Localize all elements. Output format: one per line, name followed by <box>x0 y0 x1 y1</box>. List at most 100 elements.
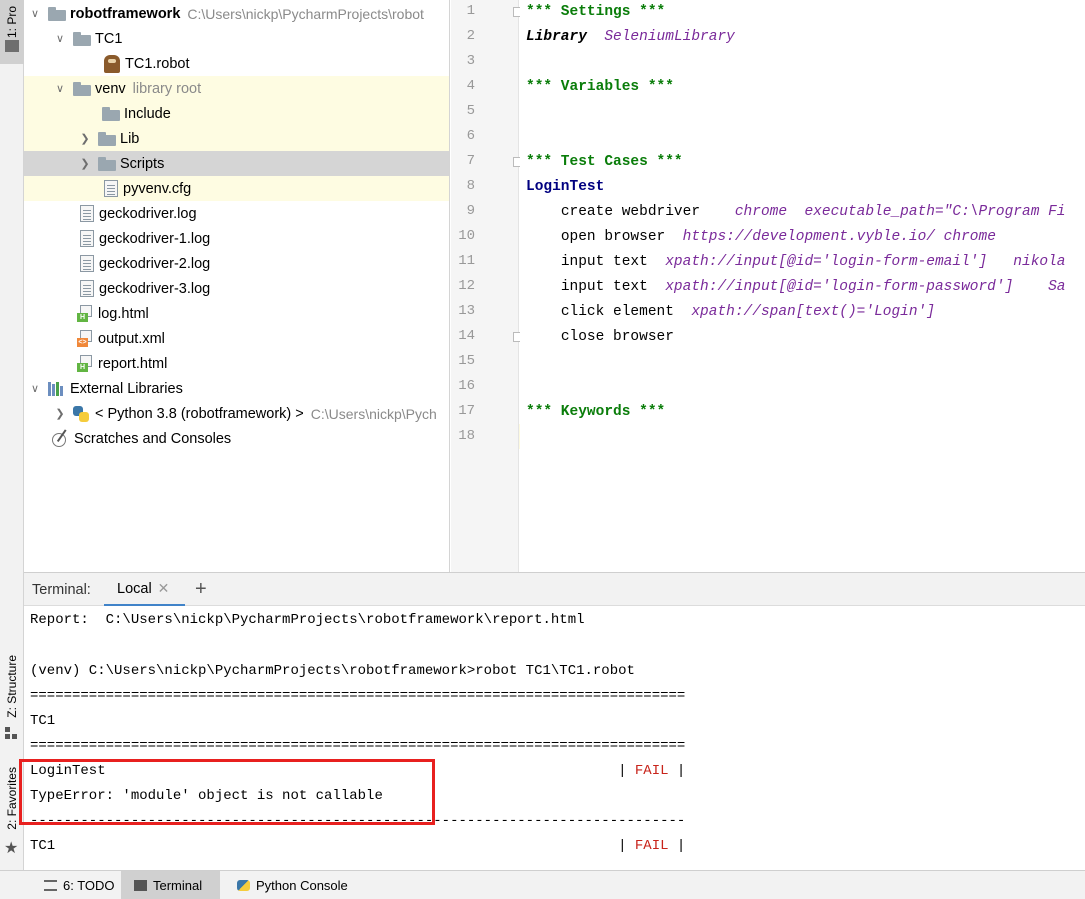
tree-item-venv[interactable]: ∨ venv library root <box>24 76 449 101</box>
tree-item-python-38[interactable]: ❯ < Python 3.8 (robotframework) > C:\Use… <box>24 401 449 426</box>
line-number: 1 <box>466 3 475 19</box>
library-icon <box>48 381 66 396</box>
terminal-icon <box>134 880 147 891</box>
tree-item-label: pyvenv.cfg <box>123 180 192 197</box>
tree-item-tc1[interactable]: ∨ TC1 <box>24 26 449 51</box>
tree-item-label: geckodriver-3.log <box>99 280 211 297</box>
tree-item-lib[interactable]: ❯ Lib <box>24 126 449 151</box>
tree-item-label: log.html <box>98 305 149 322</box>
favorites-tool-tab-label: 2: Favorites <box>5 766 19 830</box>
folder-icon <box>98 131 116 146</box>
left-tool-strip: 1: Pro Z: Structure 2: Favorites ★ <box>0 0 24 870</box>
terminal-line: TC1 <box>30 713 56 729</box>
terminal-line: ========================================… <box>30 738 686 754</box>
tree-item-geckodriver-1-log[interactable]: geckodriver-1.log <box>24 226 449 251</box>
folder-icon <box>5 40 19 52</box>
tree-item-label: Scripts <box>120 155 165 172</box>
error-highlight-box <box>19 759 435 825</box>
structure-icon <box>5 727 17 739</box>
code-line-2: Library SeleniumLibrary <box>526 29 735 45</box>
code-line-4: *** Variables *** <box>526 79 674 95</box>
code-line-13: click element xpath://span[text()='Login… <box>560 304 935 320</box>
chevron-down-icon[interactable]: ∨ <box>53 32 67 46</box>
structure-tool-tab[interactable]: Z: Structure <box>0 650 24 722</box>
tree-item-log-html[interactable]: H log.html <box>24 301 449 326</box>
terminal-output[interactable]: Report: C:\Users\nickp\PycharmProjects\r… <box>24 606 1085 870</box>
line-number: 11 <box>458 253 475 269</box>
chevron-right-icon[interactable]: ❯ <box>78 157 92 171</box>
line-number: 2 <box>466 28 475 44</box>
terminal-tool-button[interactable]: Terminal <box>121 871 220 899</box>
tree-item-path: C:\Users\nickp\PycharmProjects\robot <box>187 5 424 22</box>
fail-status: FAIL <box>634 763 669 779</box>
line-number: 14 <box>458 328 475 344</box>
project-tool-tab[interactable]: 1: Pro <box>0 0 24 64</box>
tree-item-label: Include <box>124 105 171 122</box>
scratches-icon <box>52 431 70 447</box>
terminal-title: Terminal: <box>32 582 91 598</box>
tree-item-label: geckodriver.log <box>99 205 197 222</box>
folder-icon <box>102 106 120 121</box>
line-number: 16 <box>458 378 475 394</box>
tree-item-path: C:\Users\nickp\Pych <box>310 405 437 422</box>
python-console-tool-button[interactable]: Python Console <box>231 871 354 899</box>
tree-item-label: output.xml <box>98 330 165 347</box>
tree-item-scripts[interactable]: ❯ Scripts <box>24 151 449 176</box>
chevron-down-icon[interactable]: ∨ <box>53 82 67 96</box>
code-editor[interactable]: *** Settings *** Library SeleniumLibrary… <box>520 0 1085 572</box>
add-terminal-button[interactable]: + <box>195 578 207 601</box>
tree-item-label: venv <box>95 80 126 97</box>
text-file-icon <box>104 180 118 197</box>
line-number: 9 <box>466 203 475 219</box>
folder-icon <box>73 31 91 46</box>
chevron-down-icon[interactable]: ∨ <box>28 7 42 21</box>
tree-item-geckodriver-3-log[interactable]: geckodriver-3.log <box>24 276 449 301</box>
line-number: 13 <box>458 303 475 319</box>
library-root-tag: library root <box>132 80 202 97</box>
star-icon: ★ <box>4 840 19 857</box>
todo-tool-button[interactable]: 6: TODO <box>38 871 121 899</box>
tree-item-geckodriver-2-log[interactable]: geckodriver-2.log <box>24 251 449 276</box>
tree-item-scratches[interactable]: Scratches and Consoles <box>24 426 449 451</box>
tree-item-label: Lib <box>120 130 140 147</box>
xml-file-icon: <> <box>77 330 93 347</box>
tree-item-output-xml[interactable]: <> output.xml <box>24 326 449 351</box>
todo-label: 6: TODO <box>63 878 115 893</box>
tree-item-geckodriver-log[interactable]: geckodriver.log <box>24 201 449 226</box>
chevron-right-icon[interactable]: ❯ <box>53 407 67 421</box>
tree-item-tc1-robot[interactable]: TC1.robot <box>24 51 449 76</box>
tree-item-report-html[interactable]: H report.html <box>24 351 449 376</box>
tree-item-robotframework[interactable]: ∨ robotframework C:\Users\nickp\PycharmP… <box>24 1 449 26</box>
terminal-line: Report: C:\Users\nickp\PycharmProjects\r… <box>30 612 585 628</box>
structure-tool-tab-label: Z: Structure <box>5 654 19 718</box>
python-console-label: Python Console <box>256 878 348 893</box>
folder-icon <box>98 156 116 171</box>
list-icon <box>44 880 57 891</box>
tree-item-label: geckodriver-2.log <box>99 255 211 272</box>
text-file-icon <box>80 205 94 222</box>
line-number: 15 <box>458 353 475 369</box>
terminal-tab-bar: Terminal: Local ✕ + <box>24 572 1085 607</box>
chevron-right-icon[interactable]: ❯ <box>78 132 92 146</box>
code-line-14: close browser <box>560 329 674 345</box>
line-number: 18 <box>458 428 475 444</box>
tree-item-label: TC1 <box>95 30 123 47</box>
tree-item-label: Scratches and Consoles <box>74 430 232 447</box>
tab-local-label: Local <box>117 580 152 597</box>
line-number: 3 <box>466 53 475 69</box>
tree-item-label: robotframework <box>70 5 181 22</box>
code-line-12: input text xpath://input[@id='login-form… <box>560 279 1066 295</box>
tree-item-pyvenv-cfg[interactable]: pyvenv.cfg <box>24 176 449 201</box>
tree-item-external-libraries[interactable]: ∨ External Libraries <box>24 376 449 401</box>
tree-item-label: report.html <box>98 355 168 372</box>
tree-item-include[interactable]: Include <box>24 101 449 126</box>
tab-local[interactable]: Local ✕ <box>104 573 185 607</box>
code-line-9: create webdriver chrome executable_path=… <box>560 204 1066 220</box>
line-number: 8 <box>466 178 475 194</box>
bottom-tool-bar: 6: TODO Terminal Python Console <box>0 870 1085 899</box>
html-file-icon: H <box>77 355 93 372</box>
chevron-down-icon[interactable]: ∨ <box>28 382 42 396</box>
close-icon[interactable]: ✕ <box>158 580 170 597</box>
tree-item-label: TC1.robot <box>125 55 190 72</box>
robot-file-icon <box>104 54 120 73</box>
